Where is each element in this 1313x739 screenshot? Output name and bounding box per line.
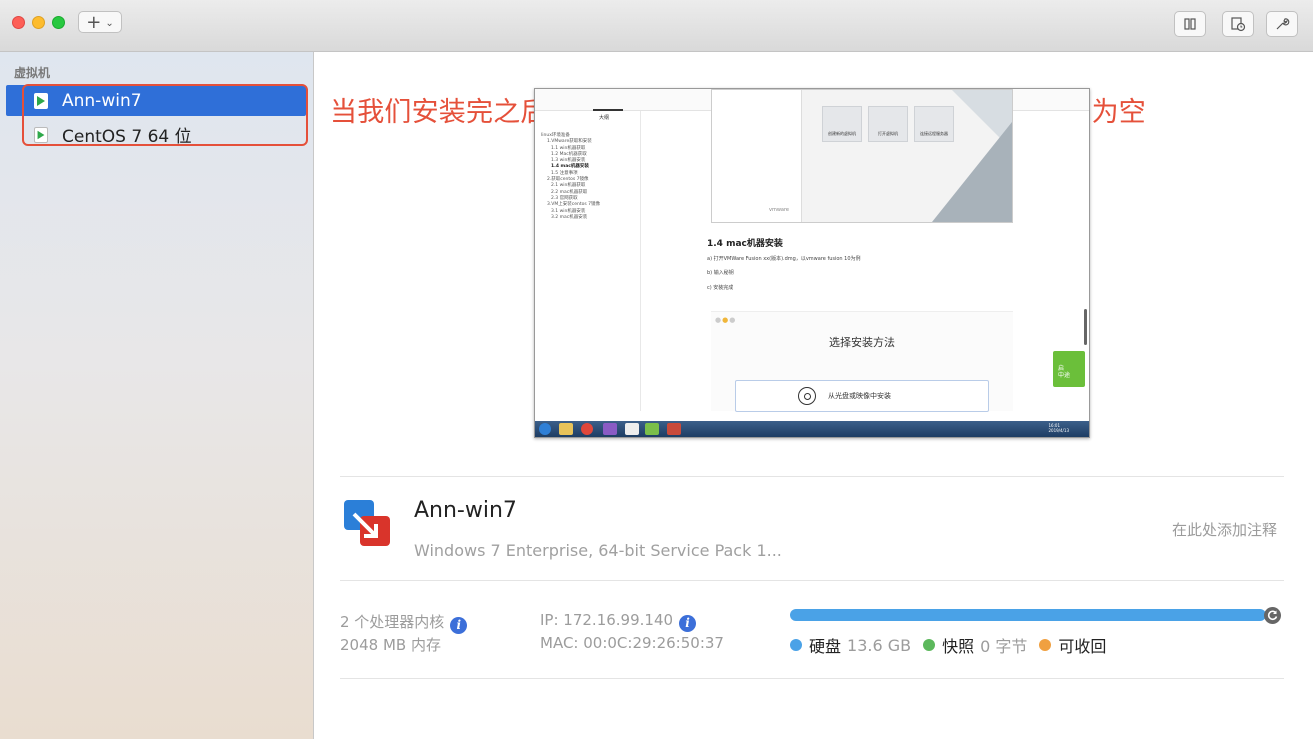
start-icon xyxy=(539,423,551,435)
ip-spec: IP: 172.16.99.140 i xyxy=(540,611,697,632)
columns-icon xyxy=(1184,18,1196,30)
storage-legend: 硬盘 13.6 GB 快照 0 字节 可收回 xyxy=(790,633,1112,657)
add-note-field[interactable]: 在此处添加注释 xyxy=(1172,519,1277,540)
dialog-title: 选择安装方法 xyxy=(829,336,895,349)
ip-label: IP: 172.16.99.140 xyxy=(540,611,674,629)
vs-icon xyxy=(603,423,617,435)
preview-card: 创建新的虚拟机 xyxy=(822,106,862,142)
preview-vmware-panel: 创建新的虚拟机 打开虚拟机 连接远程服务器 xyxy=(711,89,1013,223)
zoom-window-button[interactable] xyxy=(52,16,65,29)
columns-button[interactable] xyxy=(1174,11,1206,37)
sidebar-heading: 虚拟机 xyxy=(14,66,51,80)
preview-taskbar: 16:01 2019/4/13 xyxy=(535,421,1089,437)
divider xyxy=(340,678,1284,679)
add-vm-button[interactable]: + ⌄ xyxy=(78,11,122,33)
info-icon[interactable]: i xyxy=(679,615,697,632)
toc-item: 3.2 mac机器安装 xyxy=(551,214,588,220)
vm-preview-screenshot[interactable]: 大纲 linux环境准备 1.VMware获取和安装 1.1 win机器获取 1… xyxy=(534,88,1090,438)
annotation-red-frame xyxy=(22,84,308,146)
chrome-icon xyxy=(581,423,593,435)
info-icon[interactable]: i xyxy=(450,617,468,634)
install-option-label: 从光盘或映像中安装 xyxy=(828,392,891,400)
taskbar-clock: 16:01 2019/4/13 xyxy=(1048,423,1069,433)
divider xyxy=(340,476,1284,477)
dialog-dots: ●●● xyxy=(715,316,737,324)
reclaim-dot xyxy=(1039,639,1052,651)
preview-install-dialog: ●●● 选择安装方法 从光盘或映像中安装 xyxy=(711,311,1013,412)
snapshot-icon xyxy=(1231,17,1246,32)
vm-name: Ann-win7 xyxy=(414,498,517,523)
settings-button[interactable] xyxy=(1266,11,1298,37)
preview-card: 连接远程服务器 xyxy=(914,106,954,142)
snapshot-button[interactable] xyxy=(1222,11,1254,37)
panel-library xyxy=(712,90,802,222)
plus-icon: + xyxy=(86,11,102,33)
preview-line: c) 安装完成 xyxy=(707,285,734,291)
preview-line: b) 输入秘钥 xyxy=(707,270,734,276)
divider xyxy=(340,580,1284,581)
wrench-icon xyxy=(1276,18,1290,30)
minimize-window-button[interactable] xyxy=(32,16,45,29)
disc-icon xyxy=(798,387,816,405)
app-icon xyxy=(645,423,659,435)
snapshot-value: 0 字节 xyxy=(980,637,1028,656)
cpu-spec: 2 个处理器内核 i xyxy=(340,611,468,634)
mac-spec: MAC: 00:0C:29:26:50:37 xyxy=(540,634,724,652)
preview-toc: linux环境准备 1.VMware获取和安装 1.1 win机器获取 1.2 … xyxy=(541,133,600,221)
preview-vmware-logo: vmware xyxy=(769,207,790,213)
toc-item: 3.VM上安装centos 7镜像 xyxy=(547,202,601,208)
folder-icon xyxy=(559,423,573,435)
vmware-fusion-logo xyxy=(344,500,390,546)
chevron-down-icon: ⌄ xyxy=(105,17,114,29)
preview-card: 打开虚拟机 xyxy=(868,106,908,142)
memory-spec: 2048 MB 内存 xyxy=(340,636,441,654)
refresh-storage-icon[interactable] xyxy=(1264,607,1281,624)
cpu-label: 2 个处理器内核 xyxy=(340,613,445,631)
sidebar: 虚拟机 Ann-win7 CentOS 7 64 位 xyxy=(0,52,314,739)
reclaim-label: 可收回 xyxy=(1058,637,1107,656)
badge-label: 启 中途 xyxy=(1058,365,1071,379)
typora-icon xyxy=(625,423,639,435)
green-badge-icon: 启 中途 xyxy=(1053,351,1085,387)
disk-value: 13.6 GB xyxy=(847,635,912,655)
toc-item: 1.VMware获取和安装 xyxy=(547,139,592,145)
close-window-button[interactable] xyxy=(12,16,25,29)
preview-line: a) 打开VMWare Fusion xx(版本).dmg，以vmware fu… xyxy=(707,256,861,262)
snapshot-label: 快照 xyxy=(942,637,975,656)
preview-heading: 1.4 mac机器安装 xyxy=(707,239,783,249)
disk-label: 硬盘 xyxy=(809,637,842,656)
preview-scrollbar xyxy=(1084,309,1087,345)
install-from-disc-option: 从光盘或映像中安装 xyxy=(735,380,989,412)
storage-bar xyxy=(790,609,1266,621)
vm-description: Windows 7 Enterprise, 64-bit Service Pac… xyxy=(414,541,782,560)
disk-dot xyxy=(790,639,802,651)
title-bar: + ⌄ xyxy=(0,0,1313,52)
snapshot-dot xyxy=(923,639,936,651)
app-icon xyxy=(667,423,681,435)
